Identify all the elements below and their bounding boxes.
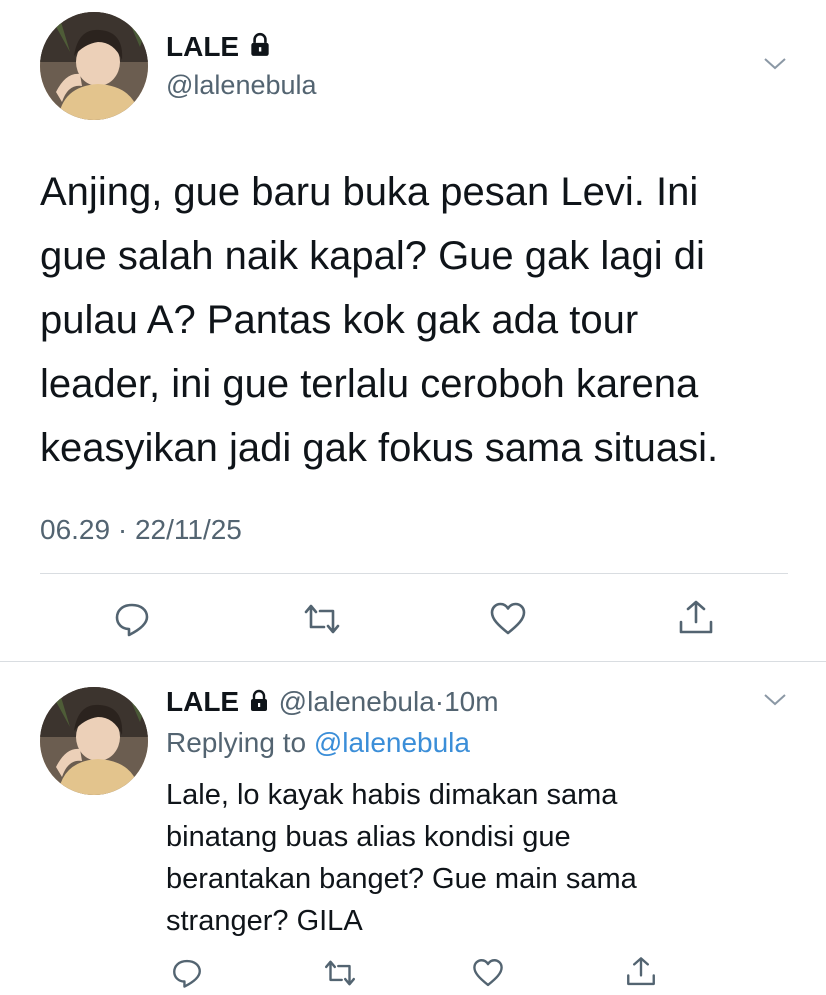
separator-dot: · — [434, 686, 445, 717]
handle[interactable]: @lalenebula — [166, 68, 317, 102]
tweet-text-line: keasyikan jadi gak fokus sama situasi. — [40, 426, 719, 470]
reply-like-button[interactable] — [471, 956, 505, 990]
share-icon — [627, 957, 655, 986]
retweet-button[interactable] — [300, 600, 344, 638]
chevron-down-icon[interactable] — [762, 54, 788, 74]
avatar-photo — [40, 12, 148, 120]
share-button[interactable] — [676, 598, 716, 638]
reply-display-name[interactable]: LALE — [166, 686, 239, 717]
avatar-photo — [40, 687, 148, 795]
reply-text-line: stranger? GILA — [166, 905, 363, 937]
divider — [40, 573, 788, 574]
reply-text-line: Lale, lo kayak habis dimakan sama — [166, 779, 618, 811]
tweet-text-line: Anjing, gue baru buka pesan Levi. Ini — [40, 170, 699, 214]
like-icon — [473, 959, 503, 987]
lock-icon — [247, 686, 271, 722]
tweet-text-line: pulau A? Pantas kok gak ada tour — [40, 298, 639, 342]
like-button[interactable] — [488, 600, 528, 638]
lock-icon — [247, 32, 273, 66]
section-divider — [0, 661, 826, 662]
display-name[interactable]: LALE — [166, 30, 273, 66]
reply-avatar[interactable] — [40, 687, 148, 795]
retweet-icon — [324, 960, 356, 986]
tweet-text-line: gue salah naik kapal? Gue gak lagi di — [40, 234, 705, 278]
tweet-text: Anjing, gue baru buka pesan Levi. Ini gu… — [40, 160, 800, 480]
reply-text-line: berantakan banget? Gue main sama — [166, 863, 637, 895]
reply-retweet-button[interactable] — [321, 956, 359, 990]
reply-share-button[interactable] — [624, 954, 658, 990]
reply-text: Lale, lo kayak habis dimakan sama binata… — [166, 774, 786, 942]
retweet-icon — [304, 604, 340, 634]
timestamp[interactable]: 06.29 · 22/11/25 — [40, 512, 242, 548]
reply-time[interactable]: 10m — [444, 686, 498, 717]
display-name-text[interactable]: LALE — [166, 31, 239, 62]
share-icon — [679, 600, 713, 634]
reply-header: LALE @lalenebula·10m — [166, 684, 499, 722]
tweet-text-line: leader, ini gue terlalu ceroboh karena — [40, 362, 699, 406]
chevron-down-icon[interactable] — [762, 690, 788, 710]
reply-button[interactable] — [112, 600, 152, 638]
reply-icon — [115, 603, 149, 637]
reply-handle[interactable]: @lalenebula — [279, 686, 435, 717]
replying-to-label: Replying to — [166, 727, 307, 758]
reply-text-line: binatang buas alias kondisi gue — [166, 821, 571, 853]
avatar[interactable] — [40, 12, 148, 120]
like-icon — [490, 602, 526, 635]
reply-icon — [173, 959, 201, 988]
reply-reply-button[interactable] — [170, 956, 204, 990]
replying-to: Replying to @lalenebula — [166, 724, 470, 762]
replying-to-handle-link[interactable]: @lalenebula — [314, 727, 470, 758]
